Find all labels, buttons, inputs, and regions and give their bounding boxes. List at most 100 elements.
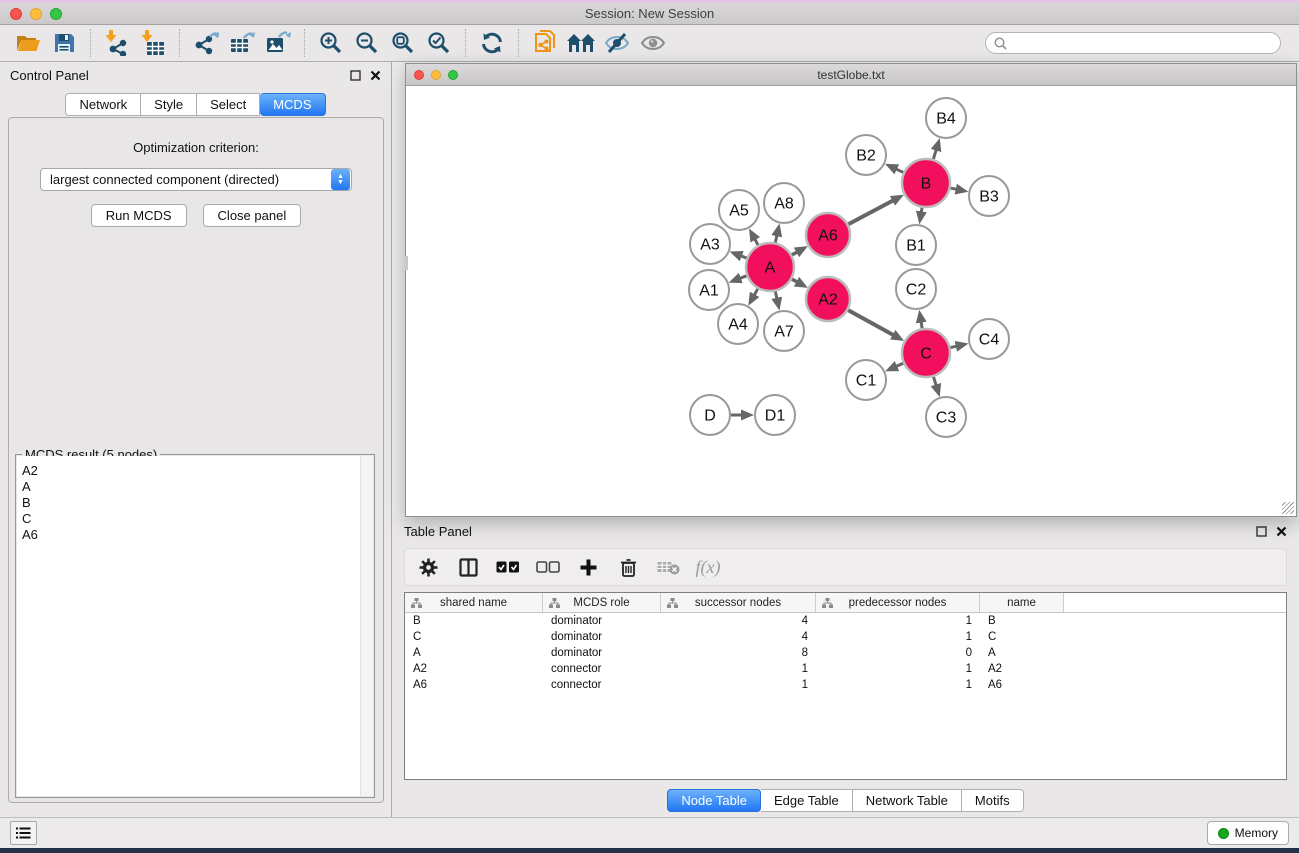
graph-node-A3[interactable]: A3 xyxy=(690,224,730,264)
graph-edge-C-C3[interactable] xyxy=(933,377,936,387)
graph-node-A8[interactable]: A8 xyxy=(764,183,804,223)
zoom-fit-icon[interactable] xyxy=(385,28,421,58)
column-header[interactable]: name xyxy=(980,593,1064,612)
result-item[interactable]: A2 xyxy=(17,463,373,479)
search-field[interactable] xyxy=(985,32,1281,54)
deselect-all-icon[interactable] xyxy=(533,553,563,581)
zoom-selected-icon[interactable] xyxy=(421,28,457,58)
result-item[interactable]: B xyxy=(17,495,373,511)
criterion-select[interactable]: largest connected component (directed) ▲… xyxy=(40,168,352,191)
memory-button[interactable]: Memory xyxy=(1207,821,1289,845)
result-item[interactable]: A6 xyxy=(17,527,373,543)
graph-node-A1[interactable]: A1 xyxy=(689,270,729,310)
graph-node-A2[interactable]: A2 xyxy=(806,277,850,321)
zoom-out-icon[interactable] xyxy=(349,28,385,58)
network-window-titlebar[interactable]: testGlobe.txt xyxy=(406,64,1296,86)
graph-edge-A-A7[interactable] xyxy=(775,291,777,299)
graph-edge-C-C2[interactable] xyxy=(921,321,922,329)
table-row[interactable]: A6connector11A6 xyxy=(405,677,1286,693)
column-header[interactable]: successor nodes xyxy=(661,593,816,612)
graph-edge-B-B1[interactable] xyxy=(921,208,922,214)
graph-edge-A-A3[interactable] xyxy=(740,255,747,258)
zoom-in-icon[interactable] xyxy=(313,28,349,58)
graph-edge-A-A5[interactable] xyxy=(754,238,758,245)
graph-node-C[interactable]: C xyxy=(902,329,950,377)
graph-edge-C-C4[interactable] xyxy=(950,346,957,348)
graph-edge-B-B4[interactable] xyxy=(933,149,936,160)
table-tab-edge-table[interactable]: Edge Table xyxy=(761,789,853,812)
task-history-button[interactable] xyxy=(10,821,37,845)
graph-node-A6[interactable]: A6 xyxy=(806,213,850,257)
delete-table-icon[interactable] xyxy=(653,553,683,581)
float-table-panel-icon[interactable] xyxy=(1256,526,1267,537)
close-panel-icon[interactable] xyxy=(370,70,381,81)
search-input[interactable] xyxy=(1012,36,1272,50)
result-item[interactable]: C xyxy=(17,511,373,527)
graph-node-B[interactable]: B xyxy=(902,159,950,207)
graph-node-A5[interactable]: A5 xyxy=(719,190,759,230)
table-row[interactable]: Cdominator41C xyxy=(405,629,1286,645)
result-scrollbar[interactable] xyxy=(360,456,373,796)
float-panel-icon[interactable] xyxy=(350,70,361,81)
graph-edge-A6-B[interactable] xyxy=(848,200,894,224)
graph-node-D1[interactable]: D1 xyxy=(755,395,795,435)
close-table-panel-icon[interactable] xyxy=(1276,526,1287,537)
export-image-icon[interactable] xyxy=(260,28,296,58)
graph-node-C1[interactable]: C1 xyxy=(846,360,886,400)
mcds-result-list[interactable]: A2ABCA6 xyxy=(17,456,373,796)
column-header[interactable]: MCDS role xyxy=(543,593,661,612)
column-header[interactable]: predecessor nodes xyxy=(816,593,980,612)
tab-mcds[interactable]: MCDS xyxy=(260,93,325,116)
splitter-nub[interactable] xyxy=(405,256,408,270)
run-mcds-button[interactable]: Run MCDS xyxy=(91,204,187,227)
window-resize-grip[interactable] xyxy=(1282,502,1294,514)
show-columns-icon[interactable] xyxy=(453,553,483,581)
graph-node-B1[interactable]: B1 xyxy=(896,225,936,265)
graph-node-D[interactable]: D xyxy=(690,395,730,435)
graph-edge-A-A2[interactable] xyxy=(792,279,798,282)
result-item[interactable]: A xyxy=(17,479,373,495)
select-all-icon[interactable] xyxy=(493,553,523,581)
network-graph[interactable]: B4 B2 B B3 A8A5 A6 A3 B1 A A1 C2 A2 A4A7 C4 C C1 C3 D D1 xyxy=(406,86,1296,516)
graph-edge-A-A8[interactable] xyxy=(775,234,777,242)
graph-node-A7[interactable]: A7 xyxy=(764,311,804,351)
graph-edge-B-B3[interactable] xyxy=(950,188,957,189)
add-column-icon[interactable] xyxy=(573,553,603,581)
tab-network[interactable]: Network xyxy=(65,93,141,116)
import-network-icon[interactable] xyxy=(99,28,135,58)
graph-edge-C-C1[interactable] xyxy=(895,363,903,367)
graph-edge-A2-C[interactable] xyxy=(848,310,894,336)
graph-node-C3[interactable]: C3 xyxy=(926,397,966,437)
network-canvas[interactable]: B4 B2 B B3 A8A5 A6 A3 B1 A A1 C2 A2 A4A7 C4 C C1 C3 D D1 xyxy=(406,86,1296,516)
table-row[interactable]: Bdominator41B xyxy=(405,613,1286,629)
tab-select[interactable]: Select xyxy=(197,93,260,116)
table-row[interactable]: Adominator80A xyxy=(405,645,1286,661)
graph-node-B2[interactable]: B2 xyxy=(846,135,886,175)
graph-node-B4[interactable]: B4 xyxy=(926,98,966,138)
export-network-icon[interactable] xyxy=(188,28,224,58)
graph-node-A4[interactable]: A4 xyxy=(718,304,758,344)
graph-node-A[interactable]: A xyxy=(746,243,794,291)
graph-node-B3[interactable]: B3 xyxy=(969,176,1009,216)
graph-edge-B-B2[interactable] xyxy=(895,169,903,173)
graph-edge-A-A4[interactable] xyxy=(754,289,758,296)
graph-node-C4[interactable]: C4 xyxy=(969,319,1009,359)
node-table[interactable]: shared nameMCDS rolesuccessor nodesprede… xyxy=(404,592,1287,780)
graph-node-C2[interactable]: C2 xyxy=(896,269,936,309)
graph-edge-A-A6[interactable] xyxy=(792,251,798,254)
export-table-icon[interactable] xyxy=(224,28,260,58)
table-tab-node-table[interactable]: Node Table xyxy=(667,789,761,812)
table-row[interactable]: A2connector11A2 xyxy=(405,661,1286,677)
table-tab-network-table[interactable]: Network Table xyxy=(853,789,962,812)
tab-style[interactable]: Style xyxy=(141,93,197,116)
graph-edge-A-A1[interactable] xyxy=(739,276,747,279)
show-details-icon[interactable] xyxy=(635,28,671,58)
save-session-icon[interactable] xyxy=(46,28,82,58)
delete-column-icon[interactable] xyxy=(613,553,643,581)
new-network-from-selection-icon[interactable] xyxy=(527,28,563,58)
open-file-icon[interactable] xyxy=(10,28,46,58)
close-panel-button[interactable]: Close panel xyxy=(203,204,302,227)
settings-gear-icon[interactable] xyxy=(413,553,443,581)
refresh-icon[interactable] xyxy=(474,28,510,58)
table-tab-motifs[interactable]: Motifs xyxy=(962,789,1024,812)
